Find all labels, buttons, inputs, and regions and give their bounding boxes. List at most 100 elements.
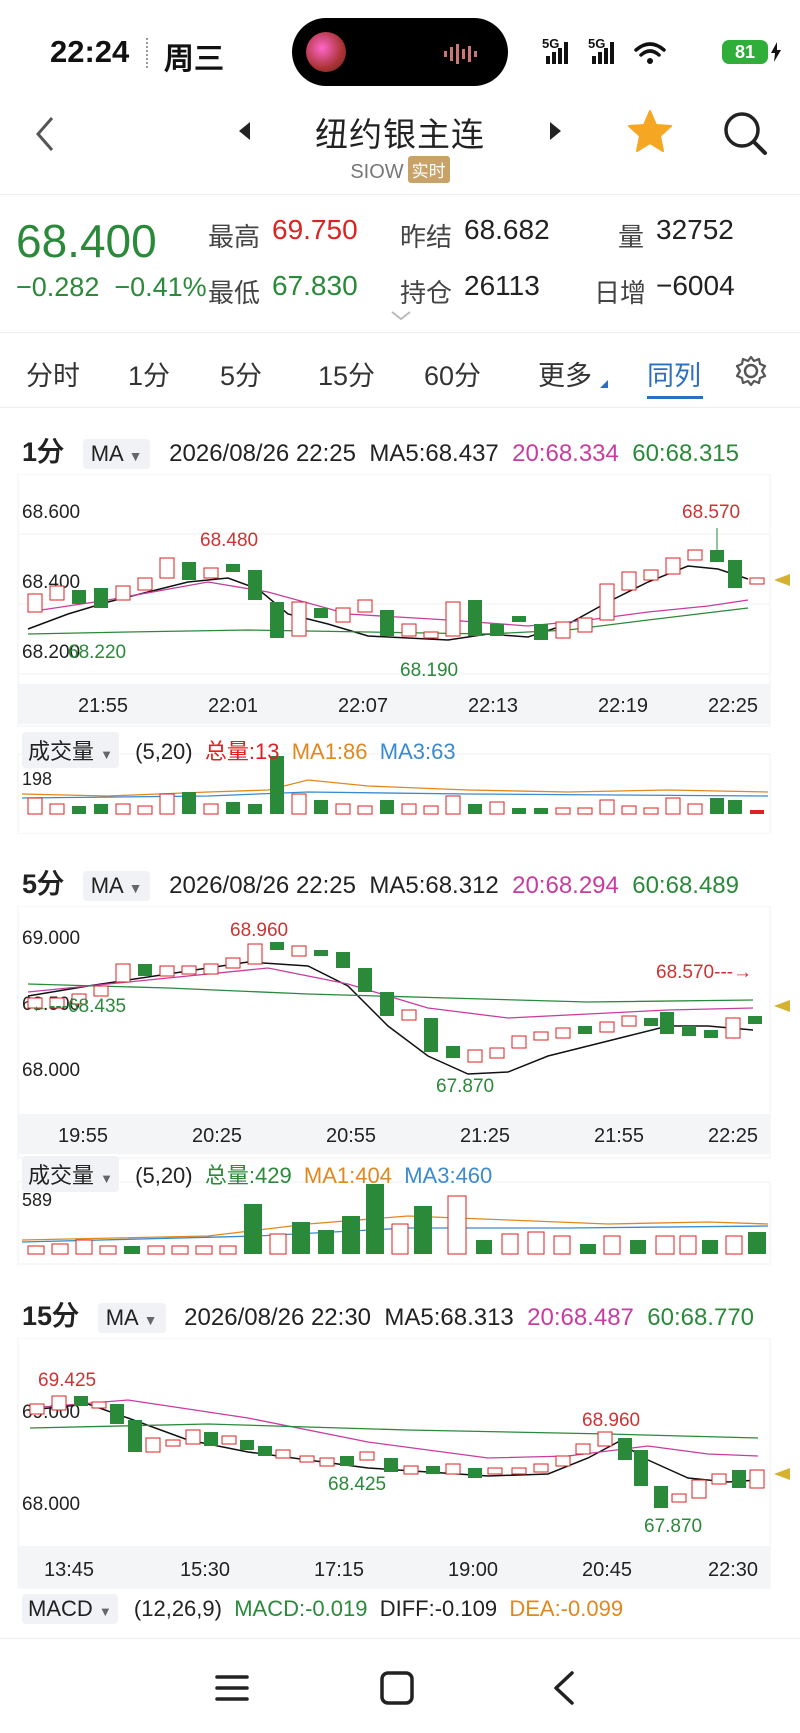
chart-panel-5min: 5分 MA ▼ 2026/08/26 22:25 MA5:68.312 20:6…: [8, 848, 792, 1268]
indicator-selector[interactable]: MA ▼: [97, 1303, 166, 1333]
tab-multi-period[interactable]: 同列: [647, 354, 701, 393]
next-contract-icon[interactable]: [546, 120, 564, 142]
diff-value: DIFF:-0.109: [379, 1596, 498, 1621]
low-label: 最低: [208, 278, 261, 308]
volume-bar: [171, 1245, 189, 1255]
settings-gear-icon[interactable]: [734, 354, 768, 388]
volume-bar: [710, 798, 724, 814]
candle: [247, 943, 263, 965]
macd-selector[interactable]: MACD ▼: [22, 1594, 118, 1624]
datetime: 2026/08/26 22:25: [169, 872, 356, 899]
candle: [534, 624, 548, 640]
datetime: 2026/08/26 22:30: [184, 1304, 372, 1331]
candle: [578, 1026, 592, 1034]
volume-bar: [49, 803, 65, 815]
last-price-marker: [774, 1468, 790, 1480]
panel-header: 15分 MA ▼ 2026/08/26 22:30 MA5:68.313 20:…: [22, 1294, 754, 1333]
open-interest-value: 26113: [464, 270, 540, 301]
page-title: 纽约银主连: [315, 116, 485, 153]
candle: [159, 557, 175, 579]
volume-ma1: MA1:404: [303, 1163, 392, 1188]
low-annotation: 68.425: [328, 1474, 386, 1495]
volume-bar: [292, 1222, 310, 1254]
volume-bar: [335, 803, 351, 815]
tab-1min[interactable]: 1分: [128, 354, 170, 393]
candle: [555, 621, 571, 639]
y-tick: 68.000: [22, 1060, 80, 1081]
candle: [291, 945, 307, 957]
candle: [710, 550, 724, 562]
candle: [634, 1450, 648, 1486]
candle: [91, 1401, 107, 1409]
candle: [577, 617, 593, 633]
ma20-value: 20:68.334: [512, 440, 619, 467]
volume-total: 总量:13: [204, 739, 280, 764]
candle: [248, 570, 262, 600]
back-nav-icon[interactable]: [540, 1663, 590, 1713]
volume-selector[interactable]: 成交量 ▼: [22, 1156, 120, 1192]
x-tick: 19:00: [448, 1559, 498, 1581]
candle: [27, 593, 43, 613]
candle: [468, 1468, 482, 1478]
candle: [597, 1431, 613, 1447]
candlestick-chart[interactable]: 68.600 68.400 68.200 68.480 68.220 68.19…: [8, 474, 792, 834]
last-price-marker: [774, 574, 790, 586]
candle: [621, 571, 637, 591]
volume-selector[interactable]: 成交量 ▼: [22, 732, 120, 768]
favorite-star-icon[interactable]: [626, 108, 674, 156]
candle: [643, 569, 659, 581]
home-square-icon[interactable]: [372, 1663, 422, 1713]
tab-60min[interactable]: 60分: [424, 354, 481, 393]
separator: [146, 38, 148, 68]
volume-bar: [555, 807, 571, 815]
candlestick-chart[interactable]: 69.000 68.500 68.000: [8, 906, 792, 1266]
ma5-value: MA5:68.437: [369, 440, 499, 467]
volume-bar: [501, 1233, 519, 1255]
candle: [728, 560, 742, 588]
indicator-selector[interactable]: MA ▼: [82, 439, 151, 469]
candle: [314, 950, 328, 956]
last-price-marker: [774, 1000, 790, 1012]
x-axis-band: [18, 1114, 770, 1154]
candlestick-chart[interactable]: 69.000 68.000 69.425 68.425 68.960 67.87…: [8, 1338, 792, 1636]
indicator-selector[interactable]: MA ▼: [82, 871, 151, 901]
macd-header: MACD ▼ (12,26,9) MACD:-0.019 DIFF:-0.109…: [22, 1594, 623, 1624]
candle: [384, 1458, 398, 1472]
weekday: 周三: [164, 43, 224, 76]
candle: [128, 1420, 142, 1452]
tab-more[interactable]: 更多: [538, 354, 592, 393]
candle: [240, 1440, 254, 1450]
volume-bar: [27, 797, 43, 815]
expand-chevron-icon[interactable]: [390, 310, 412, 322]
tab-15min[interactable]: 15分: [318, 354, 375, 393]
candle: [423, 631, 439, 639]
candle: [359, 1451, 375, 1461]
volume-bar: [226, 802, 240, 814]
candle: [511, 1467, 527, 1475]
last-price: 68.400: [16, 215, 157, 267]
status-bar: 22:24 周三 5G 5G 81: [0, 0, 800, 100]
volume-bar: [489, 801, 505, 815]
symbol-code: SIOW: [350, 161, 404, 183]
volume-bar: [342, 1216, 360, 1254]
candle: [335, 607, 351, 623]
x-tick: 17:15: [314, 1559, 364, 1581]
menu-icon[interactable]: [207, 1663, 257, 1713]
tab-timeshare[interactable]: 分时: [26, 354, 80, 393]
macd-selector-label: MACD: [28, 1596, 93, 1621]
volume-bar: [182, 792, 196, 814]
candle: [682, 1026, 696, 1036]
tab-5min[interactable]: 5分: [220, 354, 262, 393]
y-tick: 68.600: [22, 502, 80, 523]
volume-bar: [728, 800, 742, 814]
y-tick: 69.000: [22, 928, 80, 949]
volume-bar: [244, 1204, 262, 1254]
dynamic-island[interactable]: [292, 18, 508, 86]
volume-bar: [27, 1245, 45, 1255]
candle: [511, 1035, 527, 1049]
volume-bar: [366, 1184, 384, 1254]
search-icon[interactable]: [720, 108, 770, 158]
chevron-down-icon: ▼: [100, 747, 114, 762]
ma20-value: 20:68.294: [512, 872, 619, 899]
volume-bar: [687, 803, 703, 815]
